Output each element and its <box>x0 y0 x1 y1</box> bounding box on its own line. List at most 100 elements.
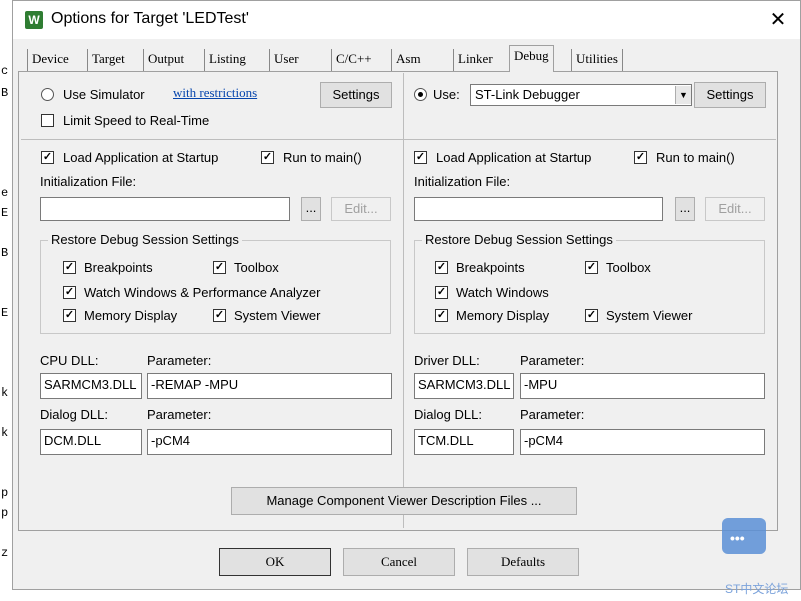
init-file-input[interactable] <box>40 197 290 221</box>
load-app-label: Load Application at Startup <box>436 150 592 165</box>
dialog-dll-input[interactable]: DCM.DLL <box>40 429 142 455</box>
breakpoints-label: Breakpoints <box>84 260 153 275</box>
watch-windows-checkbox[interactable]: ✓ <box>435 286 448 299</box>
editor-char: B <box>1 86 9 100</box>
ok-button[interactable]: OK <box>219 548 331 576</box>
debugger-select[interactable]: ST-Link Debugger ▼ <box>470 84 692 106</box>
editor-char: k <box>1 386 9 400</box>
driver-param-input[interactable]: -MPU <box>520 373 765 399</box>
editor-background: c B e E B E k k p p z <box>0 0 12 601</box>
init-file-input[interactable] <box>414 197 663 221</box>
cpu-param-label: Parameter: <box>147 353 212 368</box>
with-restrictions-link[interactable]: with restrictions <box>173 85 257 101</box>
toolbox-checkbox[interactable]: ✓ <box>213 261 226 274</box>
init-file-edit-button[interactable]: Edit... <box>331 197 391 221</box>
dialog-dll-label: Dialog DLL: <box>414 407 482 422</box>
debugger-select-value: ST-Link Debugger <box>475 87 580 102</box>
use-simulator-radio[interactable] <box>41 88 54 101</box>
breakpoints-checkbox[interactable]: ✓ <box>63 261 76 274</box>
load-app-label: Load Application at Startup <box>63 150 219 165</box>
system-viewer-label: System Viewer <box>234 308 321 323</box>
init-file-edit-button[interactable]: Edit... <box>705 197 765 221</box>
defaults-button[interactable]: Defaults <box>467 548 579 576</box>
watermark-text: ST中文论坛 <box>725 582 789 596</box>
run-to-main-checkbox[interactable]: ✓ <box>634 151 647 164</box>
editor-char: c <box>1 64 9 78</box>
toolbox-label: Toolbox <box>234 260 279 275</box>
tab-utilities[interactable]: Utilities <box>571 49 623 71</box>
cpu-dll-input[interactable]: SARMCM3.DLL <box>40 373 142 399</box>
init-file-label: Initialization File: <box>414 174 511 189</box>
load-app-checkbox[interactable]: ✓ <box>41 151 54 164</box>
editor-char: p <box>1 506 9 520</box>
editor-char: B <box>1 246 9 260</box>
cancel-button[interactable]: Cancel <box>343 548 455 576</box>
memory-display-checkbox[interactable]: ✓ <box>435 309 448 322</box>
tab-output[interactable]: Output <box>143 49 188 71</box>
init-file-browse-button[interactable]: ... <box>675 197 695 221</box>
chat-dots-icon: ••• <box>730 530 745 546</box>
cpu-param-input[interactable]: -REMAP -MPU <box>147 373 392 399</box>
use-simulator-label: Use Simulator <box>63 87 145 102</box>
editor-char: e <box>1 186 9 200</box>
editor-char: p <box>1 486 9 500</box>
limit-speed-checkbox[interactable] <box>41 114 54 127</box>
system-viewer-checkbox[interactable]: ✓ <box>585 309 598 322</box>
column-divider <box>403 73 404 528</box>
editor-char: z <box>1 546 9 560</box>
toolbox-label: Toolbox <box>606 260 651 275</box>
dialog-dll-input[interactable]: TCM.DLL <box>414 429 514 455</box>
tab-target[interactable]: Target <box>87 49 129 71</box>
dialog-param-input[interactable]: -pCM4 <box>147 429 392 455</box>
cpu-dll-label: CPU DLL: <box>40 353 99 368</box>
window-title: Options for Target 'LEDTest' <box>51 10 249 27</box>
system-viewer-checkbox[interactable]: ✓ <box>213 309 226 322</box>
breakpoints-label: Breakpoints <box>456 260 525 275</box>
memory-display-label: Memory Display <box>456 308 550 323</box>
tab-listing[interactable]: Listing <box>204 49 250 71</box>
editor-char: E <box>1 206 9 220</box>
watch-windows-checkbox[interactable]: ✓ <box>63 286 76 299</box>
init-file-label: Initialization File: <box>40 174 137 189</box>
driver-dll-input[interactable]: SARMCM3.DLL <box>414 373 514 399</box>
driver-dll-label: Driver DLL: <box>414 353 480 368</box>
load-app-checkbox[interactable]: ✓ <box>414 151 427 164</box>
tab-c-cpp[interactable]: C/C++ <box>331 49 376 71</box>
run-to-main-label: Run to main() <box>283 150 362 165</box>
editor-char: E <box>1 306 9 320</box>
simulator-settings-button[interactable]: Settings <box>320 82 392 108</box>
memory-display-checkbox[interactable]: ✓ <box>63 309 76 322</box>
title-bar: W Options for Target 'LEDTest' ✕ <box>13 1 800 39</box>
toolbox-checkbox[interactable]: ✓ <box>585 261 598 274</box>
tab-device[interactable]: Device <box>27 49 73 71</box>
tab-divider <box>18 71 778 72</box>
options-dialog: W Options for Target 'LEDTest' ✕ Device … <box>12 0 801 590</box>
breakpoints-checkbox[interactable]: ✓ <box>435 261 448 274</box>
tab-user[interactable]: User <box>269 49 303 71</box>
dialog-param-label: Parameter: <box>520 407 585 422</box>
keil-app-icon: W <box>25 11 43 29</box>
driver-param-label: Parameter: <box>520 353 585 368</box>
chevron-down-icon: ▼ <box>675 86 691 104</box>
debugger-settings-button[interactable]: Settings <box>694 82 766 108</box>
restore-settings-title: Restore Debug Session Settings <box>48 232 242 247</box>
dialog-dll-label: Dialog DLL: <box>40 407 108 422</box>
restore-settings-title: Restore Debug Session Settings <box>422 232 616 247</box>
limit-speed-label: Limit Speed to Real-Time <box>63 113 210 128</box>
section-divider <box>21 139 776 140</box>
dialog-param-label: Parameter: <box>147 407 212 422</box>
run-to-main-checkbox[interactable]: ✓ <box>261 151 274 164</box>
manage-component-viewer-button[interactable]: Manage Component Viewer Description File… <box>231 487 577 515</box>
tab-debug[interactable]: Debug <box>509 45 554 72</box>
use-label: Use: <box>433 87 460 102</box>
init-file-browse-button[interactable]: ... <box>301 197 321 221</box>
dialog-param-input[interactable]: -pCM4 <box>520 429 765 455</box>
tab-linker[interactable]: Linker <box>453 49 497 71</box>
system-viewer-label: System Viewer <box>606 308 693 323</box>
close-button[interactable]: ✕ <box>765 7 791 33</box>
memory-display-label: Memory Display <box>84 308 178 323</box>
watch-windows-label: Watch Windows & Performance Analyzer <box>84 285 321 300</box>
tab-asm[interactable]: Asm <box>391 49 425 71</box>
use-debugger-radio[interactable] <box>414 88 427 101</box>
editor-char: k <box>1 426 9 440</box>
